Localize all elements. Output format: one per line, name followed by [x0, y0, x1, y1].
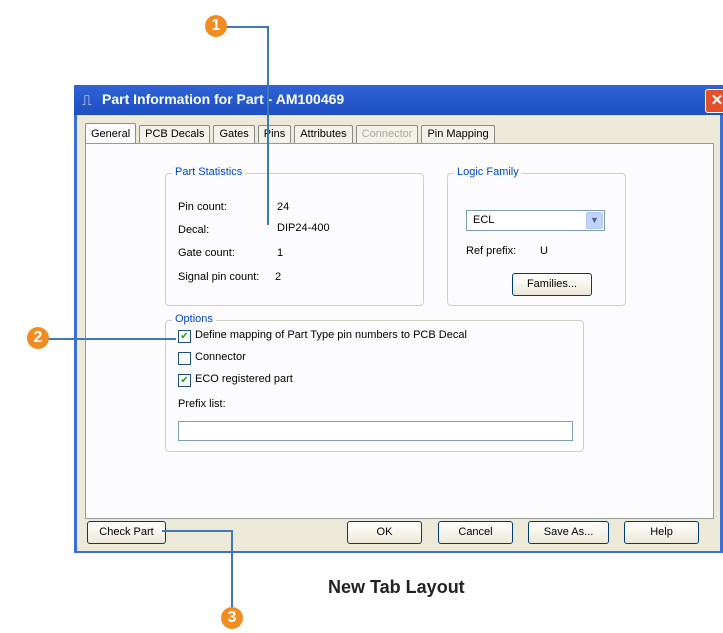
tab-gates[interactable]: Gates — [213, 125, 255, 143]
tab-pins[interactable]: Pins — [257, 125, 292, 143]
eco-registered-checkbox[interactable]: ✔ — [178, 374, 191, 387]
pin-count-value: 24 — [277, 201, 290, 213]
pin-count-label: Pin count: — [178, 201, 227, 213]
ok-button[interactable]: OK — [347, 521, 422, 544]
eco-registered-label: ECO registered part — [195, 373, 293, 385]
families-button[interactable]: Families... — [512, 273, 592, 296]
callout-2-leader — [48, 338, 176, 340]
prefix-list-label: Prefix list: — [178, 398, 226, 410]
define-mapping-checkbox[interactable]: ✔ — [178, 330, 191, 343]
check-part-button[interactable]: Check Part — [87, 521, 166, 544]
decal-value: DIP24-400 — [277, 222, 330, 234]
tab-pcb-decals[interactable]: PCB Decals — [139, 125, 211, 143]
title-bar[interactable]: ⎍ Part Information for Part - AM100469 ✕ — [74, 85, 723, 115]
logic-family-select[interactable]: ECL ▼ — [466, 210, 605, 231]
help-button[interactable]: Help — [624, 521, 699, 544]
gate-count-value: 1 — [277, 247, 284, 259]
define-mapping-label: Define mapping of Part Type pin numbers … — [195, 329, 467, 341]
callout-3-leader — [162, 530, 233, 532]
part-statistics-legend: Part Statistics — [172, 166, 246, 178]
ref-prefix-label: Ref prefix: — [466, 245, 517, 257]
options-group: Options ✔ Define mapping of Part Type pi… — [165, 313, 584, 452]
tab-strip: General PCB Decals Gates Pins Attributes… — [85, 121, 498, 144]
callout-3-leader-vertical — [231, 530, 233, 612]
figure-caption: New Tab Layout — [328, 577, 465, 597]
connector-label: Connector — [195, 351, 246, 363]
signal-pin-count-label: Signal pin count: — [178, 271, 260, 283]
close-icon[interactable]: ✕ — [705, 89, 723, 113]
tab-pin-mapping[interactable]: Pin Mapping — [421, 125, 495, 143]
callout-1-leader — [226, 26, 269, 28]
general-tab-panel: Part Statistics Pin count: 24 Decal: DIP… — [85, 143, 714, 519]
signal-pin-count-value: 2 — [275, 271, 282, 283]
connector-checkbox[interactable] — [178, 352, 191, 365]
chevron-down-icon[interactable]: ▼ — [586, 212, 603, 229]
options-legend: Options — [172, 313, 216, 325]
cancel-button[interactable]: Cancel — [438, 521, 513, 544]
callout-1-leader-vertical — [267, 26, 269, 225]
callout-badge-1: 1 — [205, 15, 227, 37]
decal-label: Decal: — [178, 224, 210, 236]
gate-count-label: Gate count: — [178, 247, 235, 259]
part-icon: ⎍ — [82, 92, 92, 108]
prefix-list-input[interactable] — [178, 421, 573, 441]
tab-connector: Connector — [355, 125, 419, 143]
callout-badge-2: 2 — [27, 327, 49, 349]
logic-family-legend: Logic Family — [454, 166, 522, 178]
tab-attributes[interactable]: Attributes — [294, 125, 353, 143]
dialog-client: General PCB Decals Gates Pins Attributes… — [77, 115, 720, 551]
part-statistics-group: Part Statistics Pin count: 24 Decal: DIP… — [165, 166, 424, 306]
part-information-dialog: ⎍ Part Information for Part - AM100469 ✕… — [74, 85, 723, 553]
logic-family-group: Logic Family ECL ▼ Ref prefix: U Familie… — [447, 166, 626, 306]
callout-badge-3: 3 — [221, 607, 243, 629]
ref-prefix-value: U — [540, 245, 548, 257]
save-as-button[interactable]: Save As... — [528, 521, 609, 544]
tab-general[interactable]: General — [85, 123, 137, 144]
dialog-title: Part Information for Part - AM100469 — [102, 91, 345, 107]
logic-family-value: ECL — [473, 214, 495, 226]
